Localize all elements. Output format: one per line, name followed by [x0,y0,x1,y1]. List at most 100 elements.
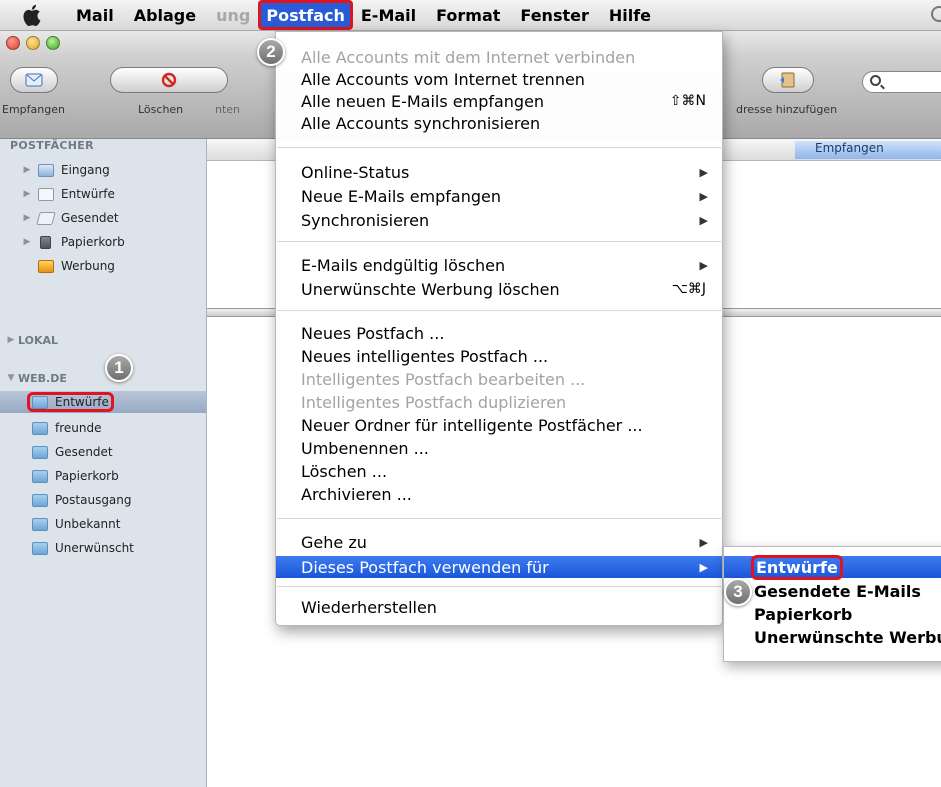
sidebar-item-label: Entwürfe [61,187,115,201]
submenu-item-sent[interactable]: Gesendete E-Mails [724,580,941,602]
submenu-item-label: Entwürfe [751,554,843,580]
get-mail-button[interactable] [10,67,58,93]
disclosure-triangle-icon[interactable]: ▶ [22,213,32,223]
menu-email[interactable]: E-Mail [351,2,426,28]
sidebar-item-label: Entwürfe [55,395,109,409]
minimize-window-button[interactable] [26,36,40,50]
menu-separator [277,241,723,242]
menu-item-synchronize[interactable]: Synchronisieren ▶ [276,209,722,231]
menu-item-connect-all[interactable]: Alle Accounts mit dem Internet verbinden [276,46,722,68]
submenu-item-trash[interactable]: Papierkorb [724,603,941,625]
sidebar-item-label: Papierkorb [61,235,125,249]
submenu-item-junk[interactable]: Unerwünschte Werbu [724,626,941,648]
draft-icon [38,187,54,201]
menu-bar: Mail Ablage ung Postfach E-Mail Format F… [0,0,941,31]
sidebar-item-drafts[interactable]: ▶ Entwürfe [0,183,206,205]
step-badge-2: 2 [257,38,285,66]
menu-item-sync-all[interactable]: Alle Accounts synchronisieren [276,112,722,134]
sent-icon [36,211,56,225]
clock-icon[interactable] [931,6,941,22]
use-for-submenu: Entwürfe Gesendete E-Mails Papierkorb Un… [723,546,941,662]
column-received[interactable]: Empfangen [795,141,941,159]
menu-item-rename[interactable]: Umbenennen ... [276,437,722,459]
menu-mail[interactable]: Mail [66,2,124,28]
sidebar-item-label: Werbung [61,259,115,273]
submenu-item-drafts[interactable]: Entwürfe [724,554,941,580]
menu-item-duplicate-smart-mailbox[interactable]: Intelligentes Postfach duplizieren [276,391,722,413]
envelope-icon [25,73,43,87]
disclosure-triangle-icon[interactable]: ▶ [22,237,32,247]
disclosure-triangle-icon[interactable]: ▶ [22,165,32,175]
sidebar-item-webde-drafts[interactable]: Entwürfe [0,391,206,413]
inbox-icon [38,163,54,177]
menu-separator [277,310,723,311]
menu-item-get-all-new[interactable]: Alle neuen E-Mails empfangen ⇧⌘N [276,90,722,112]
close-window-button[interactable] [6,36,20,50]
sidebar-item-webde-unknown[interactable]: Unbekannt [0,513,206,535]
get-mail-label: Empfangen [2,103,65,116]
menu-bearbeitung[interactable]: ung [206,2,260,28]
prohibited-icon [161,72,177,88]
menu-separator [277,518,723,519]
menu-item-delete[interactable]: Löschen ... [276,460,722,482]
menu-item-archive[interactable]: Archivieren ... [276,483,722,505]
delete-button[interactable] [110,67,228,93]
zoom-window-button[interactable] [46,36,60,50]
sidebar-item-label: Postausgang [55,493,132,507]
menu-item-label: Alle neuen E-Mails empfangen [301,91,545,111]
menu-separator [277,586,723,587]
sidebar-item-webde-sent[interactable]: Gesendet [0,441,206,463]
apple-menu-icon[interactable] [22,3,48,27]
sidebar-section-webde[interactable]: ▼ WEB.DE [0,367,206,389]
disclosure-triangle-icon[interactable]: ▶ [22,189,32,199]
menu-item-online-status[interactable]: Online-Status ▶ [276,161,722,183]
sidebar-item-webde-trash[interactable]: Papierkorb [0,465,206,487]
menu-item-new-mailbox[interactable]: Neues Postfach ... [276,322,722,344]
add-address-button[interactable] [762,67,814,93]
submenu-arrow-icon: ▶ [699,560,708,574]
sidebar-item-label: Gesendet [55,445,113,459]
menu-fenster[interactable]: Fenster [510,2,598,28]
disclosure-triangle-icon[interactable]: ▶ [6,335,16,345]
junk-mail-icon [38,259,54,273]
menu-item-rebuild[interactable]: Wiederherstellen [276,596,722,618]
shortcut-label: ⇧⌘N [669,93,706,109]
sidebar-item-label: Gesendet [61,211,119,225]
sidebar-item-label: Papierkorb [55,469,119,483]
menu-item-go-to[interactable]: Gehe zu ▶ [276,531,722,553]
sidebar-item-junk[interactable]: ▶ Werbung [0,255,206,277]
menu-item-label: Online-Status [301,162,410,182]
submenu-arrow-icon: ▶ [699,258,708,272]
sidebar-item-trash[interactable]: ▶ Papierkorb [0,231,206,253]
menu-hilfe[interactable]: Hilfe [599,2,661,28]
folder-icon [32,421,48,435]
disclosure-triangle-open-icon[interactable]: ▼ [6,373,16,383]
menu-item-label: E-Mails endgültig löschen [301,255,506,275]
sidebar-item-sent[interactable]: ▶ Gesendet [0,207,206,229]
sidebar-item-webde-outbox[interactable]: Postausgang [0,489,206,511]
menu-item-use-this-mailbox-for[interactable]: Dieses Postfach verwenden für ▶ [276,556,722,578]
mailboxes-heading: POSTFÄCHER [10,139,94,152]
search-field[interactable] [862,71,941,93]
sidebar-item-webde-unwanted[interactable]: Unerwünscht [0,537,206,559]
menu-item-label: Dieses Postfach verwenden für [301,557,549,577]
menu-format[interactable]: Format [426,2,510,28]
menu-item-erase-junk[interactable]: Unerwünschte Werbung löschen ⌥⌘J [276,278,722,300]
sidebar-item-label: freunde [55,421,102,435]
menu-item-edit-smart-mailbox[interactable]: Intelligentes Postfach bearbeiten ... [276,368,722,390]
local-heading: LOKAL [18,333,59,347]
menu-item-disconnect-all[interactable]: Alle Accounts vom Internet trennen [276,68,722,90]
sidebar-item-inbox[interactable]: ▶ Eingang [0,159,206,181]
submenu-arrow-icon: ▶ [699,535,708,549]
menu-item-new-smart-folder[interactable]: Neuer Ordner für intelligente Postfächer… [276,414,722,436]
menu-postfach[interactable]: Postfach [258,0,353,30]
menu-item-new-smart-mailbox[interactable]: Neues intelligentes Postfach ... [276,345,722,367]
sidebar-item-webde-freunde[interactable]: freunde [0,417,206,439]
submenu-arrow-icon: ▶ [699,213,708,227]
menu-item-erase-deleted[interactable]: E-Mails endgültig löschen ▶ [276,254,722,276]
menu-item-get-new-mail[interactable]: Neue E-Mails empfangen ▶ [276,185,722,207]
sidebar-section-local[interactable]: ▶ LOKAL [0,329,206,351]
address-card-icon [780,72,795,88]
shortcut-label: ⌥⌘J [671,281,706,297]
menu-ablage[interactable]: Ablage [124,2,206,28]
